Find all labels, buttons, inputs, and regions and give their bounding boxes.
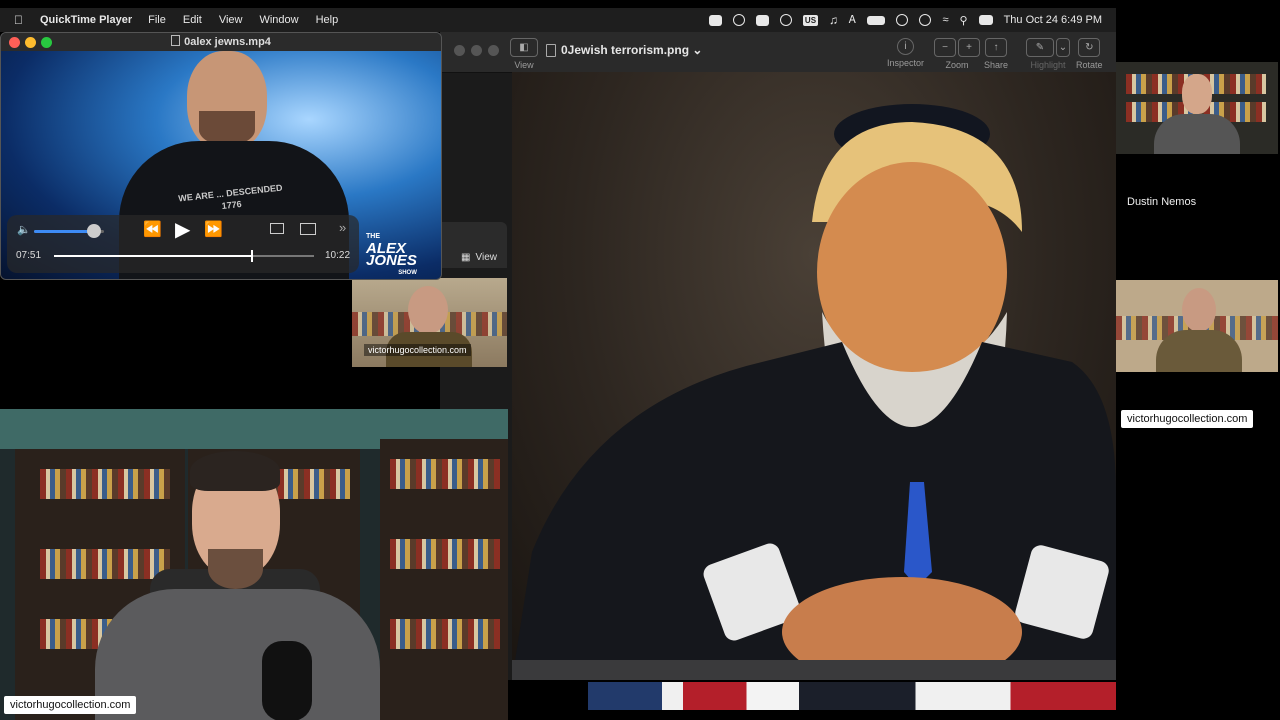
picture-in-picture-icon[interactable] — [300, 223, 316, 235]
participant-caption: victorhugocollection.com — [364, 344, 471, 356]
elapsed-time: 07:51 — [16, 250, 42, 261]
participant-caption: victorhugocollection.com — [4, 696, 137, 714]
books-row — [390, 619, 500, 649]
participant-name: Dustin Nemos — [1127, 196, 1197, 208]
participant-tile-main[interactable]: victorhugocollection.com — [0, 409, 508, 720]
menu-window[interactable]: Window — [259, 14, 298, 26]
person-body — [1154, 114, 1240, 154]
highlight-pen-icon: ✎ — [1026, 38, 1054, 57]
menu-view[interactable]: View — [219, 14, 243, 26]
zoom-button[interactable] — [41, 37, 52, 48]
participant-tile-dustin[interactable] — [1116, 62, 1278, 154]
airplay-icon[interactable] — [270, 223, 284, 234]
participant-tile-host-small[interactable]: victorhugocollection.com — [352, 278, 507, 367]
close-button[interactable] — [9, 37, 20, 48]
menu-app-name[interactable]: QuickTime Player — [40, 14, 132, 26]
tool-status-icon[interactable] — [755, 14, 769, 26]
person-body — [1156, 330, 1242, 372]
menu-bar:  QuickTime Player File Edit View Window… — [0, 8, 1116, 32]
preview-image — [512, 72, 1116, 680]
books-row — [40, 549, 170, 579]
books-row — [390, 459, 500, 489]
chevron-down-icon[interactable]: ⌄ — [692, 43, 702, 57]
menu-datetime[interactable]: Thu Oct 24 6:49 PM — [1004, 14, 1102, 26]
progress-fill — [54, 255, 252, 257]
share-button[interactable]: ↑ Share — [984, 38, 1008, 70]
chevron-down-icon[interactable]: ⌄ — [1056, 38, 1070, 57]
person-hair — [190, 451, 280, 491]
person-head — [1182, 288, 1216, 332]
more-chevron-icon[interactable]: » — [339, 220, 346, 235]
microphone — [262, 641, 312, 720]
portrait-image — [512, 104, 1116, 680]
person-head — [1182, 74, 1212, 114]
quicktime-titlebar: 0alex jewns.mp4 — [1, 33, 441, 51]
grid-icon: ▦ — [461, 252, 471, 263]
volume-knob[interactable] — [86, 224, 101, 238]
person-beard — [208, 549, 263, 589]
fast-forward-icon[interactable]: ⏩ — [204, 220, 223, 238]
sidebar-icon: ◧ — [510, 38, 538, 57]
rewind-icon[interactable]: ⏪ — [143, 220, 162, 238]
close-button[interactable] — [454, 45, 465, 56]
inspector-button[interactable]: i Inspector — [887, 38, 924, 68]
user-icon[interactable] — [896, 14, 909, 26]
volume-fill — [34, 230, 94, 233]
quicktime-window: 0alex jewns.mp4 WE ARE ... DESCENDED 177… — [0, 32, 442, 280]
preview-window: ◧ View 0Jewish terrorism.png ⌄ i Inspect… — [440, 32, 1116, 680]
bluetooth-icon[interactable]: Ꭺ — [849, 14, 856, 27]
search-icon[interactable]: ⚲ — [960, 14, 968, 27]
flag-strip — [588, 682, 1116, 710]
apple-menu-icon[interactable]:  — [14, 13, 30, 27]
quicktime-title: 0alex jewns.mp4 — [184, 36, 271, 48]
time-machine-icon[interactable] — [919, 14, 932, 26]
host-beard — [199, 111, 255, 145]
battery-icon[interactable] — [867, 15, 886, 25]
person-silhouette — [408, 286, 448, 334]
show-logo: THE ALEX JONES SHOW — [366, 233, 417, 276]
table-shape — [512, 660, 1116, 680]
movie-file-icon — [171, 35, 181, 46]
video-frame[interactable]: WE ARE ... DESCENDED 1776 THE ALEX JONES… — [1, 51, 441, 279]
cloud-status-icon[interactable] — [732, 14, 745, 26]
info-icon: i — [897, 38, 915, 55]
play-icon[interactable]: ▶ — [175, 217, 190, 242]
minimize-button[interactable] — [471, 45, 482, 56]
menu-edit[interactable]: Edit — [183, 14, 202, 26]
wifi-icon[interactable]: ≈ — [942, 14, 948, 26]
zoom-in-icon[interactable]: + — [958, 38, 980, 57]
headphones-icon[interactable]: ♫ — [829, 13, 838, 27]
playback-controls: 🔈 ⏪ ▶ ⏩ » 07:51 10:22 — [7, 215, 359, 273]
participant-tile-host[interactable] — [1116, 280, 1278, 372]
books-row — [390, 539, 500, 569]
preview-toolbar: ◧ View 0Jewish terrorism.png ⌄ i Inspect… — [440, 32, 1116, 73]
volume-icon[interactable]: 🔈 — [17, 223, 31, 236]
rotate-button[interactable]: ↻ Rotate — [1076, 38, 1103, 70]
progress-track[interactable] — [54, 250, 314, 262]
document-icon — [546, 44, 556, 57]
person-body — [95, 589, 380, 720]
zoom-button[interactable] — [488, 45, 499, 56]
highlight-button[interactable]: ✎ ⌄ Highlight — [1026, 38, 1070, 70]
preview-document-title[interactable]: 0Jewish terrorism.png ⌄ — [561, 43, 702, 57]
menu-help[interactable]: Help — [316, 14, 339, 26]
minimize-button[interactable] — [25, 37, 36, 48]
zoom-controls[interactable]: − + Zoom — [934, 38, 980, 70]
menu-file[interactable]: File — [148, 14, 166, 26]
volume-slider[interactable] — [34, 224, 104, 238]
input-language-indicator[interactable]: US — [802, 14, 819, 26]
checkmark-status-icon[interactable] — [708, 14, 722, 26]
books-row — [40, 469, 170, 499]
playhead[interactable] — [250, 250, 253, 262]
play-status-icon[interactable] — [779, 14, 792, 26]
duration-time: 10:22 — [325, 250, 351, 261]
control-center-icon[interactable] — [978, 15, 993, 25]
view-button[interactable]: ▦ View — [461, 252, 497, 263]
participant-caption: victorhugocollection.com — [1121, 410, 1254, 428]
view-button[interactable]: ◧ View — [510, 38, 538, 70]
rotate-icon: ↻ — [1078, 38, 1101, 57]
zoom-out-icon[interactable]: − — [934, 38, 956, 57]
share-icon: ↑ — [985, 38, 1008, 57]
